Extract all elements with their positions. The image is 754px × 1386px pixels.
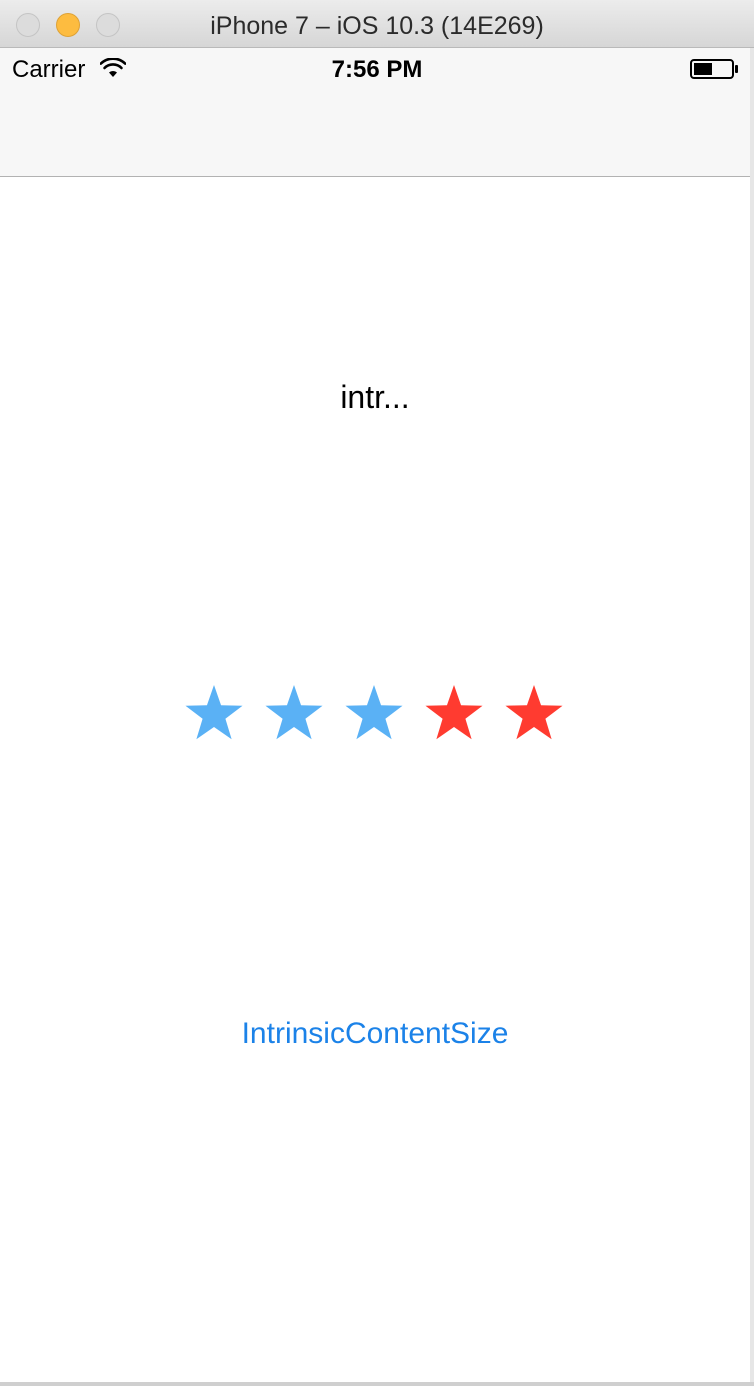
star-empty-icon[interactable] [424,683,484,743]
star-filled-icon[interactable] [184,683,244,743]
star-filled-icon[interactable] [264,683,324,743]
main-content: intr... IntrinsicContentSize [0,177,750,1382]
window-right-edge [750,48,754,1386]
star-filled-icon[interactable] [344,683,404,743]
navigation-bar: Carrier 7:56 PM [0,48,754,177]
window-titlebar: iPhone 7 – iOS 10.3 (14E269) [0,0,754,48]
status-time: 7:56 PM [331,56,423,83]
battery-icon [690,59,738,79]
truncated-label: intr... [340,379,410,415]
star-rating-control[interactable] [184,683,568,743]
simulator-window: iPhone 7 – iOS 10.3 (14E269) Carrier 7:5… [0,0,754,1386]
window-title: iPhone 7 – iOS 10.3 (14E269) [210,12,544,40]
intrinsic-content-size-button[interactable]: IntrinsicContentSize [0,1015,750,1053]
window-bottom-edge [0,1382,754,1386]
star-empty-icon[interactable] [504,683,564,743]
